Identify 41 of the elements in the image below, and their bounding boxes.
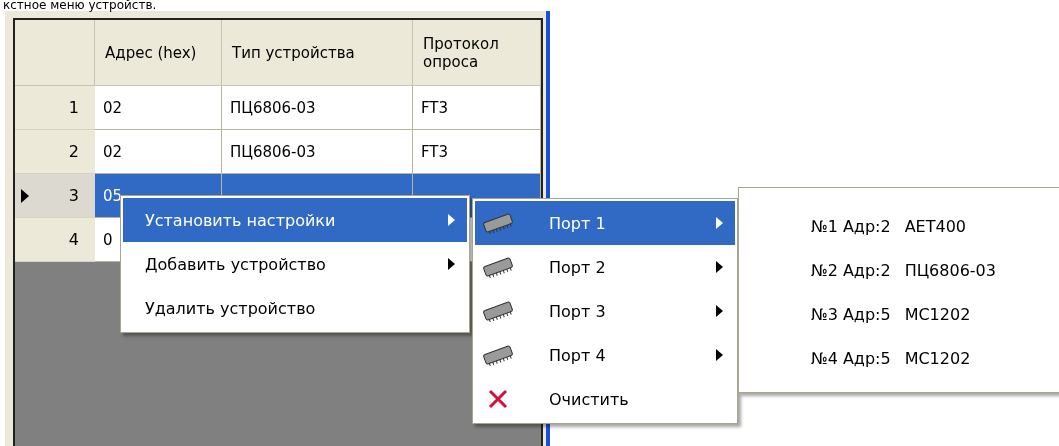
row-header[interactable]: 3 <box>15 174 95 218</box>
table-cell: FT3 <box>413 86 541 130</box>
device-number-address[interactable]: №4 Адр:5 <box>811 348 891 368</box>
row-number: 4 <box>68 230 79 249</box>
device-number-address[interactable]: №1 Адр:2 <box>811 216 891 236</box>
menu-item[interactable]: Порт 2 <box>475 245 735 289</box>
menu-item[interactable]: Установить настройки <box>123 198 467 242</box>
menu-item[interactable]: Порт 4 <box>475 333 735 377</box>
submenu-arrow-icon <box>448 214 455 226</box>
row-number: 2 <box>68 142 79 161</box>
device-type[interactable]: MC1202 <box>904 348 971 368</box>
device-number-address[interactable]: №2 Адр:2 <box>811 260 891 280</box>
table-cell: ПЦ6806-03 <box>222 130 413 174</box>
row-header[interactable]: 4 <box>15 218 95 262</box>
device-type[interactable]: ПЦ6806-03 <box>904 260 996 280</box>
table-cell: FT3 <box>413 130 541 174</box>
table-cell: 02 <box>95 130 222 174</box>
menu-item[interactable]: Удалить устройство <box>123 286 467 330</box>
submenu-arrow-icon <box>716 305 723 317</box>
column-header[interactable]: Адрес (hex) <box>95 20 222 86</box>
close-icon <box>487 388 509 410</box>
current-row-icon <box>21 188 29 203</box>
row-number: 3 <box>68 186 79 205</box>
device-number-address[interactable]: №3 Адр:5 <box>811 304 891 324</box>
table-cell: ПЦ6806-03 <box>222 86 413 130</box>
menu-item[interactable]: Очистить <box>475 377 735 421</box>
submenu-arrow-icon <box>716 217 723 229</box>
submenu-arrow-icon <box>716 349 723 361</box>
device-type[interactable]: AET400 <box>904 216 966 236</box>
device-type[interactable]: MC1202 <box>904 304 971 324</box>
caption-text: кстное меню устройств. <box>3 0 157 11</box>
table-cell: 02 <box>95 86 222 130</box>
column-header[interactable]: Тип устройства <box>222 20 413 86</box>
row-header[interactable]: 2 <box>15 130 95 174</box>
row-header[interactable]: 1 <box>15 86 95 130</box>
submenu-arrow-icon <box>716 261 723 273</box>
row-number: 1 <box>68 98 79 117</box>
submenu-arrow-icon <box>448 258 455 270</box>
menu-item[interactable]: Порт 3 <box>475 289 735 333</box>
column-header[interactable]: Протокол опроса <box>413 20 541 86</box>
menu-item[interactable]: Порт 1 <box>475 201 735 245</box>
